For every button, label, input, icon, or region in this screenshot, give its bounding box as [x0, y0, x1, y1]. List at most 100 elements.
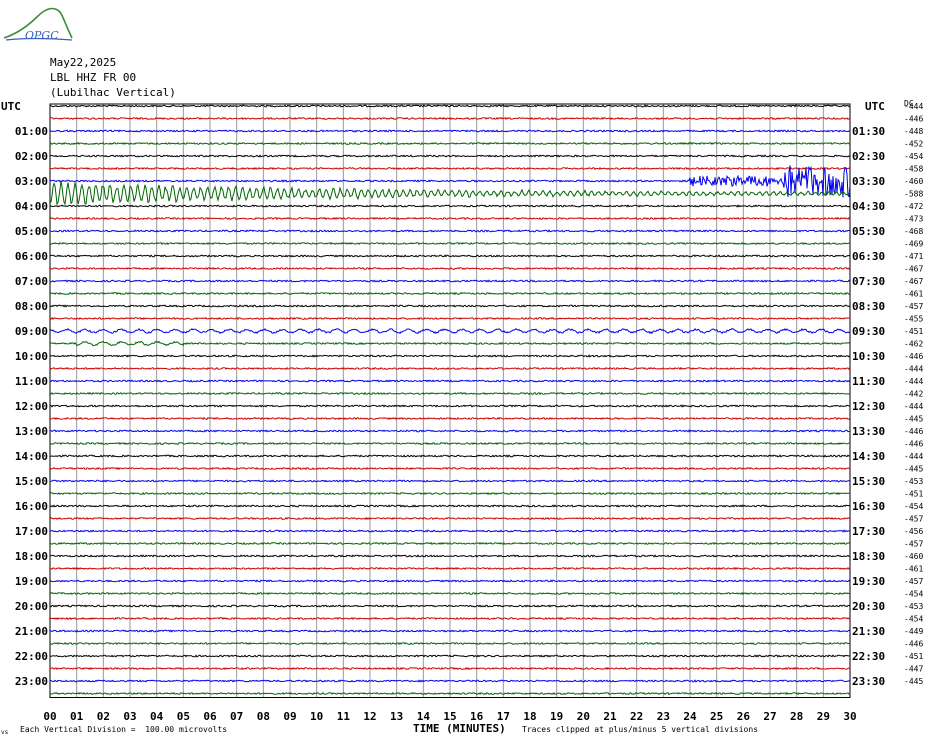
right-hour-label-1530: 15:30 [852, 475, 885, 488]
dc-offset-20: -446 [904, 352, 923, 361]
x-tick-label-12: 12 [363, 710, 376, 723]
x-tick-label-25: 25 [710, 710, 723, 723]
x-tick-label-08: 08 [257, 710, 270, 723]
x-tick-label-09: 09 [283, 710, 296, 723]
dc-offset-24: -444 [904, 402, 923, 411]
left-hour-label-0200: 02:00 [15, 150, 48, 163]
left-hour-label-2200: 22:00 [15, 650, 48, 663]
corner-mark: vs [1, 729, 9, 736]
x-tick-label-11: 11 [337, 710, 351, 723]
left-hour-label-1900: 19:00 [15, 575, 48, 588]
dc-offset-46: -445 [904, 677, 923, 686]
x-tick-label-20: 20 [577, 710, 590, 723]
dc-offset-13: -467 [904, 265, 923, 274]
x-axis-title: TIME (MINUTES) [413, 722, 506, 735]
left-hour-label-0100: 01:00 [15, 125, 48, 138]
x-tick-label-24: 24 [683, 710, 697, 723]
x-tick-label-23: 23 [657, 710, 670, 723]
left-hour-label-2100: 21:00 [15, 625, 48, 638]
station-code: LBL HHZ FR 00 [50, 71, 137, 84]
left-hour-label-1700: 17:00 [15, 525, 48, 538]
left-hour-label-0300: 03:00 [15, 175, 48, 188]
left-hour-label-2000: 20:00 [15, 600, 48, 613]
right-hour-label-0830: 08:30 [852, 300, 885, 313]
right-hour-label-0930: 09:30 [852, 325, 885, 338]
dc-offset-7: -588 [904, 190, 923, 199]
right-hour-label-0130: 01:30 [852, 125, 885, 138]
utc-left-label: UTC [1, 100, 21, 113]
dc-offset-39: -454 [904, 590, 923, 599]
trace-line-38 [49, 579, 851, 583]
right-hour-label-0230: 02:30 [852, 150, 885, 163]
left-hour-label-1800: 18:00 [15, 550, 48, 563]
x-tick-label-29: 29 [817, 710, 830, 723]
clipping-note: Traces clipped at plus/minus 5 vertical … [522, 725, 759, 734]
left-hour-label-0900: 09:00 [15, 325, 48, 338]
dc-offset-42: -449 [904, 627, 923, 636]
x-tick-label-06: 06 [203, 710, 217, 723]
x-tick-label-21: 21 [603, 710, 617, 723]
x-tick-label-03: 03 [123, 710, 136, 723]
dc-offset-41: -454 [904, 615, 923, 624]
right-hour-label-2130: 21:30 [852, 625, 885, 638]
dc-offset-21: -444 [904, 365, 923, 374]
dc-offset-31: -451 [904, 490, 923, 499]
dc-offset-30: -453 [904, 477, 923, 486]
x-tick-label-00: 00 [43, 710, 56, 723]
x-tick-label-04: 04 [150, 710, 164, 723]
right-hour-label-1830: 18:30 [852, 550, 885, 563]
left-hour-label-1200: 12:00 [15, 400, 48, 413]
right-hour-label-0730: 07:30 [852, 275, 885, 288]
dc-offset-9: -473 [904, 215, 923, 224]
left-hour-label-1000: 10:00 [15, 350, 48, 363]
dc-offset-37: -461 [904, 565, 923, 574]
dc-offset-4: -454 [904, 152, 923, 161]
dc-offset-3: -452 [904, 140, 923, 149]
x-tick-label-22: 22 [630, 710, 643, 723]
opgc-logo: OPGC [3, 7, 73, 42]
dc-offset-26: -446 [904, 427, 923, 436]
dc-offset-23: -442 [904, 390, 923, 399]
dc-offset-18: -451 [904, 327, 923, 336]
dc-header-label: DC [904, 99, 914, 108]
right-hour-label-1230: 12:30 [852, 400, 885, 413]
dc-offset-29: -445 [904, 465, 923, 474]
dc-offset-34: -456 [904, 527, 923, 536]
left-hour-label-1300: 13:00 [15, 425, 48, 438]
dc-offset-5: -458 [904, 165, 923, 174]
dc-offset-38: -457 [904, 577, 923, 586]
dc-offset-40: -453 [904, 602, 923, 611]
x-tick-label-18: 18 [523, 710, 536, 723]
right-hour-label-0530: 05:30 [852, 225, 885, 238]
dc-offset-16: -457 [904, 302, 923, 311]
dc-offset-15: -461 [904, 290, 923, 299]
x-tick-label-27: 27 [763, 710, 776, 723]
right-hour-label-1430: 14:30 [852, 450, 885, 463]
seismogram-plot: 00 01 02 03 04 05 06 07 08 09 10 11 12 13 14 15 16 17 18 19… [15, 102, 924, 723]
left-hour-label-1100: 11:00 [15, 375, 48, 388]
right-hour-label-2330: 23:30 [852, 675, 885, 688]
left-hour-label-0700: 07:00 [15, 275, 48, 288]
left-hour-label-0800: 08:00 [15, 300, 48, 313]
right-hour-label-1730: 17:30 [852, 525, 885, 538]
x-tick-label-10: 10 [310, 710, 323, 723]
dc-offset-1: -446 [904, 115, 923, 124]
dc-offset-14: -467 [904, 277, 923, 286]
dc-offset-labels: -444 -446 -448 -452 -454 -458 -460 -588 -472 -473… [904, 102, 923, 686]
dc-offset-45: -447 [904, 665, 923, 674]
x-tick-label-05: 05 [177, 710, 190, 723]
station-location: (Lubilhac Vertical) [50, 86, 176, 99]
dc-offset-33: -457 [904, 515, 923, 524]
x-tick-label-19: 19 [550, 710, 563, 723]
dc-offset-25: -445 [904, 415, 923, 424]
left-hour-label-2300: 23:00 [15, 675, 48, 688]
dc-offset-36: -460 [904, 552, 923, 561]
chart-date: May22,2025 [50, 56, 117, 69]
dc-offset-43: -446 [904, 640, 923, 649]
right-hour-label-0430: 04:30 [852, 200, 885, 213]
x-tick-label-01: 01 [70, 710, 84, 723]
dc-offset-8: -472 [904, 202, 923, 211]
right-hour-label-1930: 19:30 [852, 575, 885, 588]
x-tick-label-02: 02 [97, 710, 110, 723]
vertical-division-note: Each Vertical Division = 100.00 microvol… [20, 725, 228, 734]
